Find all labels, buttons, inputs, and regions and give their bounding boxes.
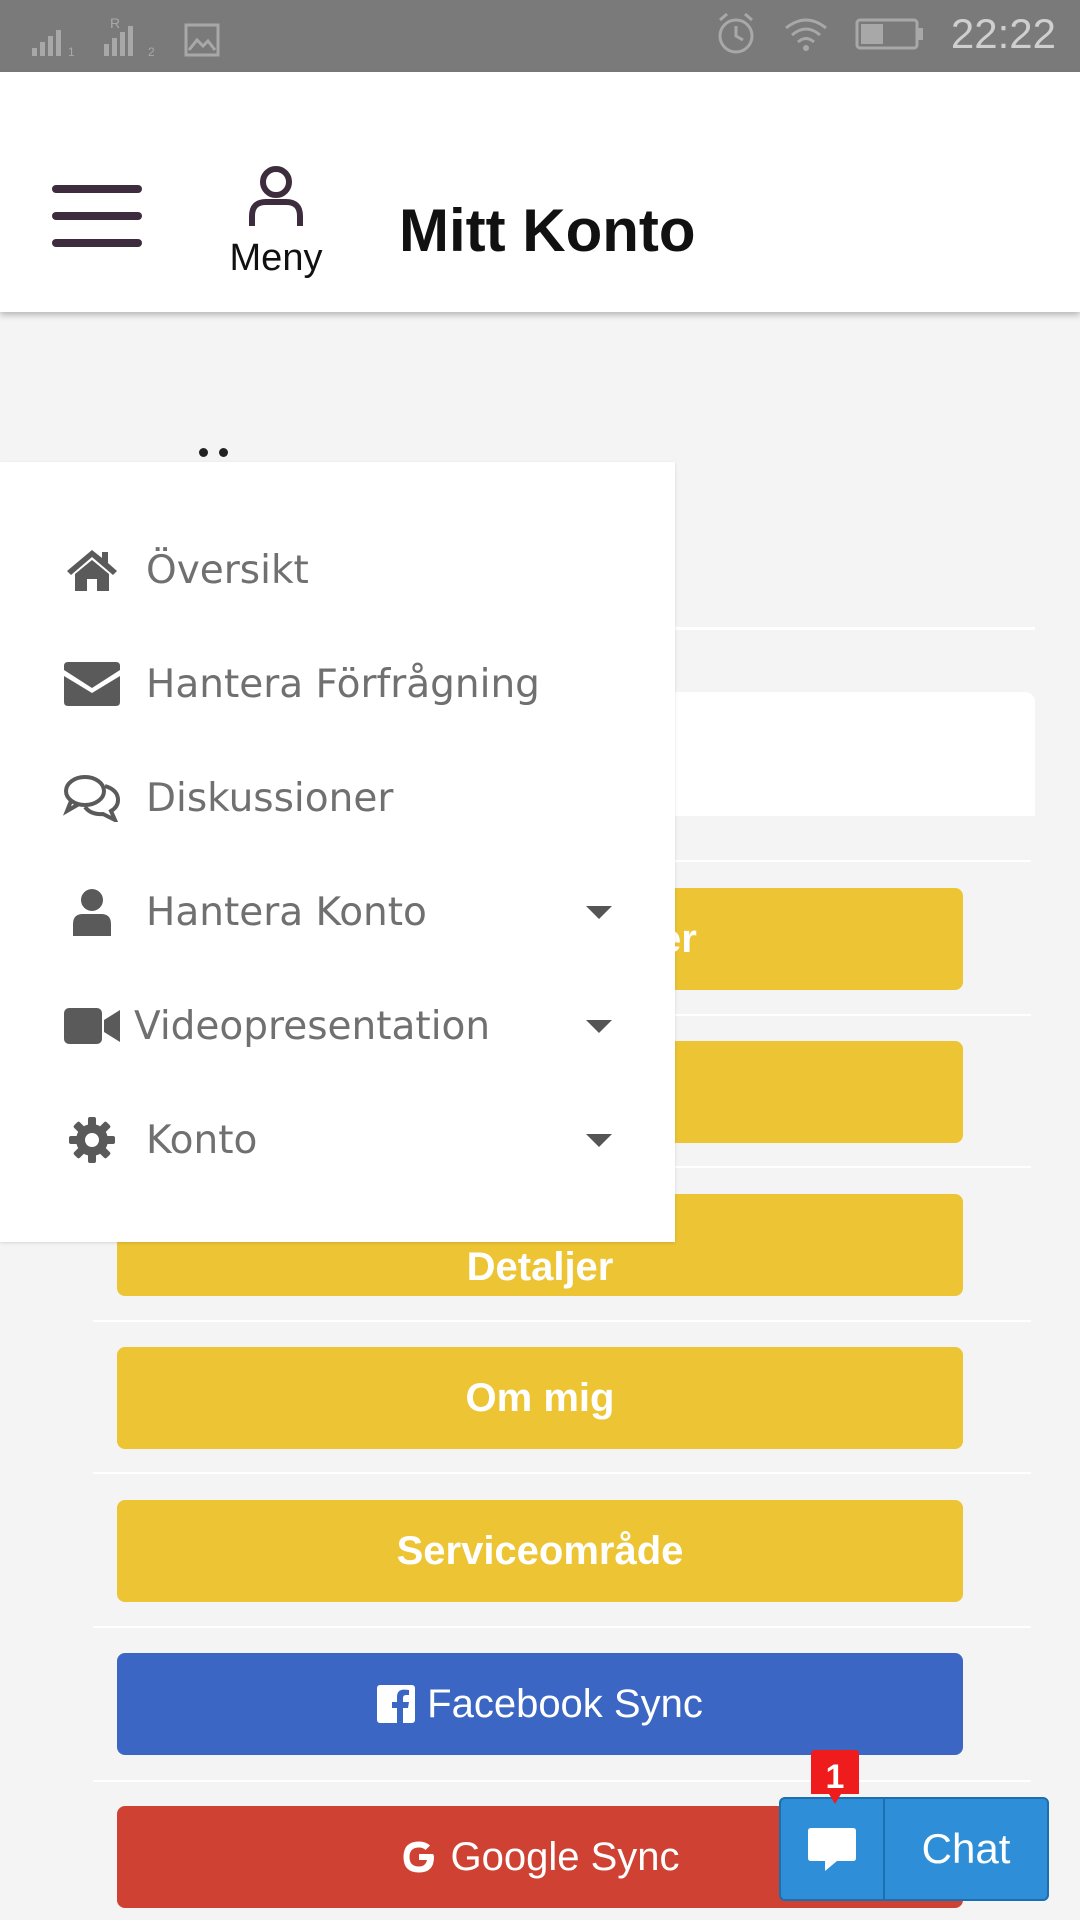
row-divider: [93, 1320, 1031, 1322]
details-button-label: Detaljer: [466, 1244, 614, 1289]
chevron-down-icon: [586, 1019, 612, 1033]
comments-icon: [62, 768, 122, 828]
chat-notification-badge: 1: [811, 1750, 859, 1810]
menu-item-videopresentation[interactable]: Videopresentation: [0, 976, 675, 1076]
signal-1-icon: 1: [32, 30, 75, 58]
video-icon: [62, 996, 122, 1056]
menu-item-konto[interactable]: Konto: [0, 1090, 675, 1190]
wifi-icon: [784, 18, 827, 51]
facebook-sync-button[interactable]: Facebook Sync: [117, 1653, 963, 1755]
menu-item-oversikt[interactable]: Översikt: [0, 520, 675, 620]
chevron-down-icon: [586, 1133, 612, 1147]
menu-item-label: Diskussioner: [146, 775, 394, 821]
service-area-label: Serviceområde: [396, 1528, 684, 1573]
google-sync-label: Google Sync: [450, 1834, 680, 1879]
hamburger-icon[interactable]: [52, 185, 142, 247]
alarm-icon: [718, 12, 754, 54]
google-icon: [403, 1841, 435, 1873]
battery-icon: [855, 18, 923, 50]
status-bar: 1 R 2 22:22: [0, 0, 1080, 72]
chat-badge-count: 1: [825, 1758, 845, 1796]
envelope-icon: [62, 654, 122, 714]
row-divider: [93, 1780, 1031, 1782]
row-divider: [93, 1472, 1031, 1474]
status-right: 22:22: [715, 10, 1056, 58]
side-menu: Översikt Hantera Förfrågning Diskussione…: [0, 462, 675, 1242]
svg-text:1: 1: [68, 45, 75, 58]
page-title: Mitt Konto: [399, 197, 696, 264]
user-icon: [62, 882, 122, 942]
svg-text:2: 2: [148, 45, 155, 58]
app-header: Meny Mitt Konto: [0, 72, 1080, 312]
status-left: 1 R 2: [30, 14, 220, 58]
menu-item-label: Hantera Förfrågning: [146, 661, 540, 707]
home-icon: [62, 540, 122, 600]
menu-item-hantera-forfragning[interactable]: Hantera Förfrågning: [0, 634, 675, 734]
row-divider: [93, 1626, 1031, 1628]
svg-text:R: R: [110, 15, 120, 31]
menu-item-label: Hantera Konto: [146, 889, 427, 935]
facebook-sync-label: Facebook Sync: [427, 1681, 703, 1726]
menu-item-label: Videopresentation: [134, 1003, 491, 1049]
menu-item-label: Konto: [146, 1117, 258, 1163]
menu-item-diskussioner[interactable]: Diskussioner: [0, 748, 675, 848]
chat-icon-box: [781, 1799, 885, 1899]
menu-label: Meny: [229, 237, 323, 279]
status-time: 22:22: [950, 10, 1056, 57]
gear-icon: [62, 1110, 122, 1170]
about-me-label: Om mig: [465, 1375, 615, 1420]
chevron-down-icon: [586, 905, 612, 919]
menu-button[interactable]: Meny: [220, 164, 332, 280]
menu-item-hantera-konto[interactable]: Hantera Konto: [0, 862, 675, 962]
facebook-icon: [377, 1685, 416, 1723]
image-icon: [184, 23, 220, 57]
about-me-button[interactable]: Om mig: [117, 1347, 963, 1449]
chat-button[interactable]: Chat: [779, 1797, 1049, 1901]
signal-2-icon: R 2: [104, 15, 155, 58]
user-outline-icon: [249, 166, 303, 226]
chat-bubble-icon: [808, 1828, 856, 1871]
chat-label: Chat: [921, 1825, 1011, 1872]
service-area-button[interactable]: Serviceområde: [117, 1500, 963, 1602]
menu-item-label: Översikt: [146, 547, 309, 593]
